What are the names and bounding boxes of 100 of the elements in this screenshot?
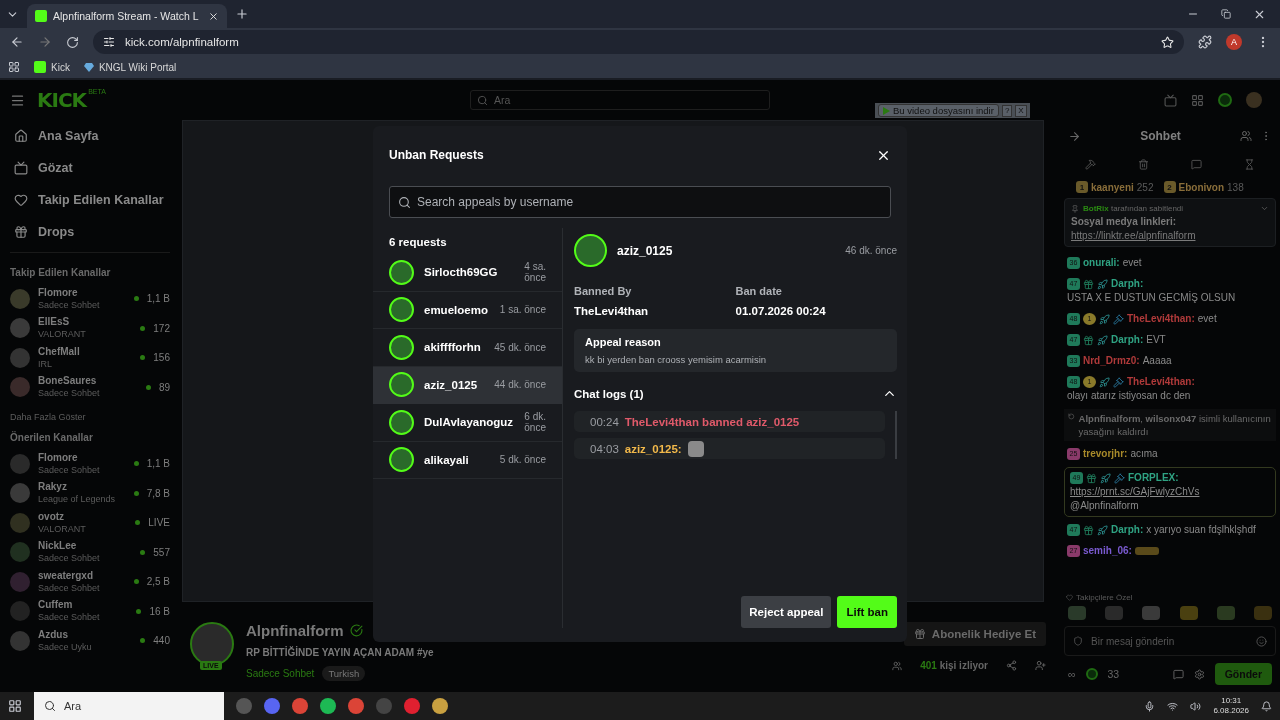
users-icon[interactable] <box>1240 130 1252 142</box>
request-item[interactable]: emueloemo 1 sa. önce <box>373 291 562 329</box>
close-button[interactable]: X <box>1015 104 1027 117</box>
share-icon[interactable] <box>1006 660 1017 671</box>
tv-icon[interactable] <box>1164 93 1177 107</box>
channel-name[interactable]: ChefMall <box>38 345 133 358</box>
request-item[interactable]: Sirlocth69GG 4 sa. önce <box>373 254 562 292</box>
gift-subscription-button[interactable]: Abonelik Hediye Et <box>903 622 1046 646</box>
reject-appeal-button[interactable]: Reject appeal <box>741 596 832 628</box>
channel-name[interactable]: Cuffem <box>38 599 129 612</box>
clock-time[interactable]: 10:31 <box>1221 696 1242 706</box>
lift-ban-button[interactable]: Lift ban <box>837 596 897 628</box>
chat-input[interactable]: Bir mesaj gönderin <box>1064 626 1276 656</box>
extensions-icon[interactable] <box>1198 35 1212 49</box>
chat-username[interactable]: Darph: <box>1111 523 1144 537</box>
trash-icon[interactable] <box>1138 158 1149 170</box>
chevron-down-icon[interactable] <box>1260 204 1269 213</box>
channel-name[interactable]: Flomore <box>38 286 126 299</box>
request-item[interactable]: aziz_0125 44 dk. önce <box>373 366 562 404</box>
profile-avatar[interactable]: A <box>1226 34 1242 50</box>
star-icon[interactable] <box>1161 35 1174 49</box>
gift-icon <box>1083 278 1094 290</box>
channel-name[interactable]: sweatergxd <box>38 569 126 582</box>
app-icon[interactable] <box>292 698 308 714</box>
taskbar-search-field[interactable]: Ara <box>34 692 224 720</box>
windows-start-icon[interactable] <box>8 699 22 713</box>
search-field[interactable]: Ara <box>470 90 770 110</box>
channel-name[interactable]: ovotz <box>38 510 128 523</box>
close-icon[interactable] <box>208 10 219 22</box>
tag[interactable]: Turkish <box>322 666 366 681</box>
request-item[interactable]: alikayali 5 dk. önce <box>373 441 562 479</box>
settings-icon[interactable] <box>1193 668 1205 680</box>
browser-tab[interactable]: Alpnfinalform Stream - Watch L <box>27 4 227 28</box>
channel-name[interactable]: Alpnfinalform <box>246 622 344 639</box>
forward-icon[interactable] <box>38 35 52 49</box>
clock-date[interactable]: 6.08.2026 <box>1213 706 1249 716</box>
coin-icon[interactable] <box>1218 93 1232 107</box>
chat-username[interactable]: semih_06: <box>1083 544 1132 558</box>
grid-icon[interactable] <box>1191 93 1204 107</box>
live-dot-icon <box>133 579 139 585</box>
volume-icon[interactable] <box>1190 700 1202 712</box>
user-avatar <box>389 297 414 323</box>
channel-name[interactable]: Azdus <box>38 628 133 641</box>
kick-logo[interactable]: KICK <box>37 88 87 112</box>
help-button[interactable]: ? <box>1001 104 1013 117</box>
chat-username[interactable]: Darph: <box>1111 333 1144 347</box>
user-plus-icon[interactable] <box>1035 660 1046 671</box>
search-field[interactable]: Search appeals by username <box>389 186 891 218</box>
channel-name[interactable]: EllEsS <box>38 316 133 329</box>
channel-name[interactable]: Flomore <box>38 451 126 464</box>
emoji-icon[interactable] <box>1256 635 1267 647</box>
rocket-icon <box>1100 472 1111 484</box>
menu-icon[interactable] <box>10 92 25 108</box>
request-item[interactable]: DulAvlayanoguz 6 dk. önce <box>373 404 562 442</box>
bookmark[interactable]: KNGL Wiki Portal <box>83 61 177 73</box>
app-icon[interactable] <box>404 698 420 714</box>
nav-item[interactable]: Drops <box>10 216 170 248</box>
emote-icon[interactable] <box>1179 606 1198 620</box>
hammer-icon[interactable] <box>1085 158 1096 170</box>
chat-username[interactable]: onurali: <box>1083 256 1120 270</box>
leaderboard-name: kaanyeni <box>1091 181 1134 193</box>
channel-name[interactable]: BoneSaures <box>38 375 138 388</box>
hourglass-icon[interactable] <box>1244 158 1255 170</box>
category-link[interactable]: Sadece Sohbet <box>246 668 315 679</box>
nav-item[interactable]: Gözat <box>10 152 170 184</box>
chat-bubble-icon[interactable] <box>1191 158 1202 170</box>
app-icon[interactable] <box>264 698 280 714</box>
restore-icon[interactable] <box>1221 9 1231 19</box>
nav-item[interactable]: Ana Sayfa <box>10 120 170 152</box>
viewer-count: LIVE <box>148 517 170 529</box>
chat-bubble-icon[interactable] <box>1172 668 1184 680</box>
bookmark[interactable]: Kick <box>34 61 70 73</box>
apps-icon[interactable] <box>8 61 20 73</box>
new-tab-icon[interactable] <box>235 7 249 21</box>
pinned-link[interactable]: https://linktr.ee/alpnfinalform <box>1071 230 1269 241</box>
back-icon[interactable] <box>10 35 24 49</box>
channel-name[interactable]: NickLee <box>38 540 133 553</box>
chat-username[interactable]: trevorjhr: <box>1083 447 1128 461</box>
collapse-chat-icon[interactable] <box>1068 129 1081 143</box>
app-icon[interactable] <box>320 698 336 714</box>
address-bar[interactable]: kick.com/alpnfinalform <box>93 30 1184 54</box>
reload-icon[interactable] <box>66 35 79 49</box>
notification-icon[interactable] <box>1261 700 1272 712</box>
chat-username[interactable]: TheLevi4than: <box>1127 375 1195 389</box>
show-more-link[interactable]: Daha Fazla Göster <box>10 412 170 422</box>
download-video-button[interactable]: Bu video dosyasını indir <box>878 104 999 117</box>
wifi-icon[interactable] <box>1167 700 1179 712</box>
request-item[interactable]: akifffforhn 45 dk. önce <box>373 329 562 367</box>
chat-link[interactable]: https://prnt.sc/GAjFwlyzChVs <box>1070 485 1200 499</box>
nav-item[interactable]: Takip Edilen Kanallar <box>10 184 170 216</box>
app-icon[interactable] <box>348 698 364 714</box>
app-icon[interactable] <box>432 698 448 714</box>
chat-username[interactable]: TheLevi4than: <box>1127 312 1195 326</box>
site-info-icon[interactable] <box>103 36 115 48</box>
mic-icon[interactable] <box>1144 700 1156 712</box>
gift-icon <box>913 628 926 640</box>
chat-username[interactable]: FORPLEX: <box>1128 471 1179 485</box>
chat-username[interactable]: Nrd_Drmz0: <box>1083 354 1140 368</box>
chat-username[interactable]: Darph: <box>1111 277 1144 291</box>
channel-name[interactable]: Rakyz <box>38 481 126 494</box>
